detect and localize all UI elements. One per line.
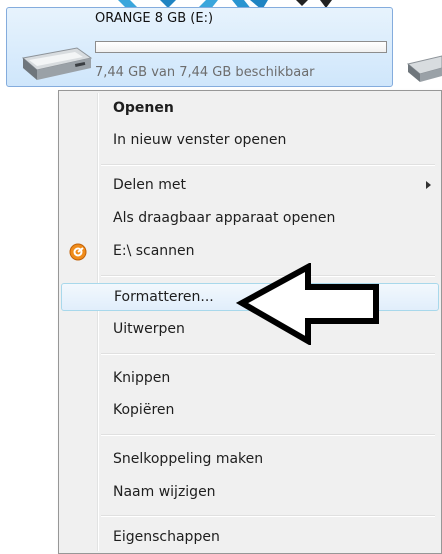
menu-item-label: Uitwerpen bbox=[113, 321, 185, 337]
drive-tile-selected[interactable]: ORANGE 8 GB (E:) 7,44 GB van 7,44 GB bes… bbox=[6, 7, 393, 87]
menu-item-label: Knippen bbox=[113, 370, 171, 386]
usb-drive-icon bbox=[21, 47, 93, 80]
menu-item-open-new-window[interactable]: In nieuw venster openen bbox=[61, 127, 439, 155]
menu-item-label: Kopiëren bbox=[113, 402, 175, 418]
menu-item-create-shortcut[interactable]: Snelkoppeling maken bbox=[61, 446, 439, 474]
submenu-arrow-icon bbox=[426, 181, 431, 189]
menu-item-open-portable-device[interactable]: Als draagbaar apparaat openen bbox=[61, 205, 439, 233]
menu-item-rename[interactable]: Naam wijzigen bbox=[61, 479, 439, 507]
menu-separator bbox=[101, 353, 435, 355]
menu-item-cut[interactable]: Knippen bbox=[61, 365, 439, 393]
menu-item-label: Formatteren... bbox=[114, 289, 214, 305]
menu-separator bbox=[101, 434, 435, 436]
antivirus-scan-icon bbox=[69, 243, 87, 261]
next-drive-icon[interactable] bbox=[400, 52, 442, 82]
menu-item-label: Snelkoppeling maken bbox=[113, 451, 264, 467]
menu-item-open[interactable]: Openen bbox=[61, 95, 439, 123]
menu-item-label: Delen met bbox=[113, 177, 186, 193]
menu-item-scan[interactable]: E:\ scannen bbox=[61, 238, 439, 266]
menu-item-properties[interactable]: Eigenschappen bbox=[61, 524, 439, 552]
menu-item-label: Naam wijzigen bbox=[113, 484, 216, 500]
menu-item-label: In nieuw venster openen bbox=[113, 132, 287, 148]
drive-free-space: 7,44 GB van 7,44 GB beschikbaar bbox=[95, 65, 315, 80]
menu-separator bbox=[101, 164, 435, 166]
menu-item-share-with[interactable]: Delen met bbox=[61, 172, 439, 200]
menu-separator bbox=[101, 515, 435, 517]
drive-name: ORANGE 8 GB (E:) bbox=[95, 11, 214, 26]
menu-item-copy[interactable]: Kopiëren bbox=[61, 397, 439, 425]
menu-item-label: Eigenschappen bbox=[113, 529, 220, 545]
menu-item-label: Als draagbaar apparaat openen bbox=[113, 210, 336, 226]
drive-usage-bar bbox=[95, 41, 387, 53]
annotation-arrow-icon bbox=[236, 263, 379, 345]
menu-item-label: Openen bbox=[113, 100, 174, 116]
menu-item-label: E:\ scannen bbox=[113, 243, 195, 259]
